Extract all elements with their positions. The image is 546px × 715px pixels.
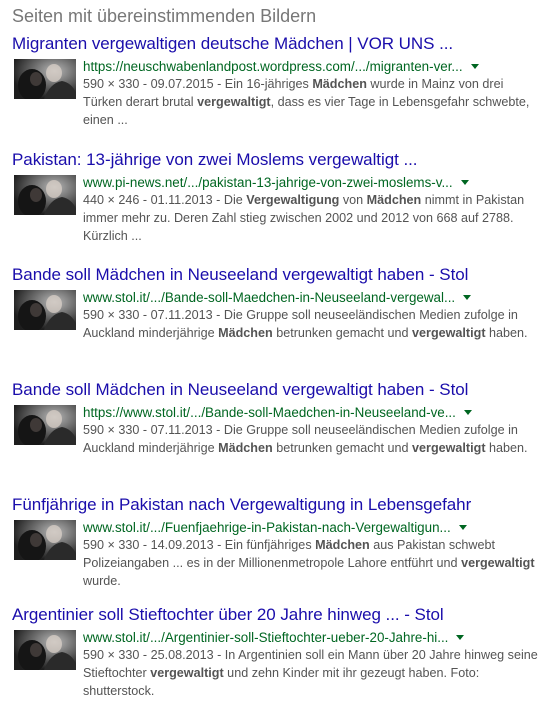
result-image-meta: 590 × 330 - 09.07.2015 [83,77,214,91]
snippet-highlight: Mädchen [218,326,273,340]
result-text: https://neuschwabenlandpost.wordpress.co… [83,58,539,129]
snippet-fragment: - Ein 16-jähriges [213,77,313,91]
result-snippet: 590 × 330 - 25.08.2013 - In Argentinien … [83,646,539,700]
snippet-fragment: betrunken gemacht und [272,326,413,340]
result-snippet: 590 × 330 - 07.11.2013 - Die Gruppe soll… [83,421,539,457]
result-text: www.stol.it/.../Bande-soll-Maedchen-in-N… [83,289,539,342]
result-title-link[interactable]: Bande soll Mädchen in Neuseeland vergewa… [12,380,542,400]
snippet-highlight: vergewaltigt [197,95,271,109]
snippet-highlight: Mädchen [218,441,273,455]
caret-down-icon[interactable] [463,295,472,300]
result-title-link[interactable]: Argentinier soll Stieftochter über 20 Ja… [12,605,542,625]
snippet-highlight: Vergewaltigung [246,193,340,207]
snippet-fragment: betrunken gemacht und [272,441,413,455]
snippet-fragment: von [339,193,367,207]
search-result: Bande soll Mädchen in Neuseeland vergewa… [12,380,542,490]
snippet-highlight: vergewaltigt [412,326,486,340]
result-title-link[interactable]: Pakistan: 13-jährige von zwei Moslems ve… [12,150,542,170]
search-result: Bande soll Mädchen in Neuseeland vergewa… [12,265,542,375]
result-title-link[interactable]: Fünfjährige in Pakistan nach Vergewaltig… [12,495,542,515]
caret-down-icon[interactable] [458,525,467,530]
result-snippet: 590 × 330 - 09.07.2015 - Ein 16-jähriges… [83,75,539,129]
result-url[interactable]: https://www.stol.it/.../Bande-soll-Maedc… [83,404,456,421]
snippet-highlight: Mädchen [315,538,370,552]
snippet-highlight: vergewaltigt [150,666,224,680]
result-snippet: 440 × 246 - 01.11.2013 - Die Vergewaltig… [83,191,539,245]
snippet-highlight: vergewaltigt [412,441,486,455]
result-title-link[interactable]: Migranten vergewaltigen deutsche Mädchen… [12,34,542,54]
result-url[interactable]: https://neuschwabenlandpost.wordpress.co… [83,58,463,75]
result-url[interactable]: www.pi-news.net/.../pakistan-13-jahrige-… [83,174,453,191]
snippet-fragment: haben. [485,441,528,455]
result-text: www.stol.it/.../Fuenfjaehrige-in-Pakista… [83,519,539,590]
caret-down-icon[interactable] [456,635,465,640]
snippet-fragment: - Die [212,193,247,207]
result-url-line: www.stol.it/.../Fuenfjaehrige-in-Pakista… [83,519,539,536]
search-result: Fünfjährige in Pakistan nach Vergewaltig… [12,495,542,605]
result-thumbnail[interactable] [14,405,76,445]
section-heading: Seiten mit übereinstimmenden Bildern [12,6,317,26]
result-url[interactable]: www.stol.it/.../Argentinier-soll-Stiefto… [83,629,448,646]
search-result: Argentinier soll Stieftochter über 20 Ja… [12,605,542,715]
result-image-meta: 590 × 330 - 14.09.2013 [83,538,214,552]
snippet-highlight: vergewaltigt [461,556,535,570]
result-title-link[interactable]: Bande soll Mädchen in Neuseeland vergewa… [12,265,542,285]
result-snippet: 590 × 330 - 07.11.2013 - Die Gruppe soll… [83,306,539,342]
caret-down-icon[interactable] [463,410,472,415]
snippet-highlight: Mädchen [312,77,367,91]
result-thumbnail[interactable] [14,520,76,560]
result-image-meta: 440 × 246 - 01.11.2013 [83,193,213,207]
snippet-fragment: - Ein fünfjähriges [213,538,316,552]
result-text: www.stol.it/.../Argentinier-soll-Stiefto… [83,629,539,700]
search-result: Migranten vergewaltigen deutsche Mädchen… [12,34,542,144]
result-thumbnail[interactable] [14,59,76,99]
result-url[interactable]: www.stol.it/.../Fuenfjaehrige-in-Pakista… [83,519,451,536]
result-thumbnail[interactable] [14,175,76,215]
caret-down-icon[interactable] [470,64,479,69]
result-image-meta: 590 × 330 - 07.11.2013 [83,308,213,322]
result-text: www.pi-news.net/.../pakistan-13-jahrige-… [83,174,539,245]
result-url-line: https://neuschwabenlandpost.wordpress.co… [83,58,539,75]
snippet-fragment: wurde. [83,574,121,588]
caret-down-icon[interactable] [460,180,469,185]
result-thumbnail[interactable] [14,630,76,670]
result-url[interactable]: www.stol.it/.../Bande-soll-Maedchen-in-N… [83,289,455,306]
result-url-line: www.stol.it/.../Argentinier-soll-Stiefto… [83,629,539,646]
search-result: Pakistan: 13-jährige von zwei Moslems ve… [12,150,542,260]
result-text: https://www.stol.it/.../Bande-soll-Maedc… [83,404,539,457]
result-url-line: https://www.stol.it/.../Bande-soll-Maedc… [83,404,539,421]
result-thumbnail[interactable] [14,290,76,330]
result-image-meta: 590 × 330 - 07.11.2013 [83,423,213,437]
result-snippet: 590 × 330 - 14.09.2013 - Ein fünfjährige… [83,536,539,590]
result-url-line: www.pi-news.net/.../pakistan-13-jahrige-… [83,174,539,191]
result-url-line: www.stol.it/.../Bande-soll-Maedchen-in-N… [83,289,539,306]
snippet-fragment: haben. [485,326,528,340]
result-image-meta: 590 × 330 - 25.08.2013 [83,648,214,662]
snippet-highlight: Mädchen [366,193,422,207]
